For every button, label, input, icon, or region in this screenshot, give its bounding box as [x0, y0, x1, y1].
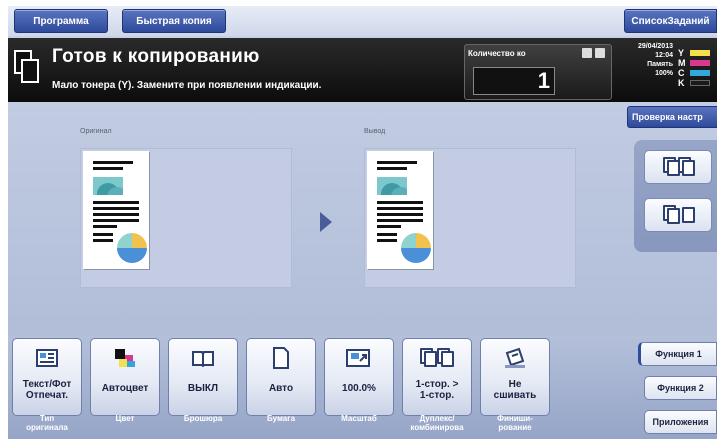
job-list-button[interactable]: СписокЗаданий	[624, 9, 717, 33]
toner-row-c: C	[678, 68, 710, 78]
copy-document-icon	[14, 50, 40, 86]
color-value: Автоцвет	[101, 383, 149, 394]
output-page	[367, 151, 433, 269]
booklet-button[interactable]: ВЫКЛ	[168, 338, 238, 416]
tab-function-1[interactable]: Функция 1	[638, 342, 717, 366]
finishing-icon	[502, 347, 528, 369]
booklet-label: Брошюра	[183, 414, 223, 423]
quick-copy-button[interactable]: Быстрая копия	[122, 9, 226, 33]
arrow-right-icon	[320, 212, 332, 232]
copy-pages-icon	[663, 157, 695, 177]
status-message: Мало тонера (Y). Замените при появлении …	[52, 80, 322, 91]
duplex-label: Дуплекс/ комбинирова	[410, 414, 464, 432]
page-arrow-icon	[663, 205, 695, 225]
date-text: 29/04/2013	[637, 43, 673, 50]
color-button[interactable]: Автоцвет	[90, 338, 160, 416]
duplex-value: 1-стор. > 1-стор.	[415, 379, 459, 401]
output-label: Вывод	[364, 128, 386, 135]
zoom-icon	[346, 347, 372, 369]
top-bar: Программа Быстрая копия СписокЗаданий	[8, 6, 717, 36]
copy-screen: Программа Быстрая копия СписокЗаданий Го…	[8, 6, 717, 439]
status-title: Готов к копированию	[52, 46, 260, 67]
time-text: 12:04	[655, 52, 673, 59]
tab-applications[interactable]: Приложения	[644, 410, 717, 434]
toner-row-y: Y	[678, 48, 710, 58]
pie-chart-icon	[117, 233, 147, 263]
quantity-value: 1	[537, 68, 550, 93]
copy-mode-button[interactable]	[644, 150, 712, 184]
document-type-icon	[34, 347, 60, 369]
status-bar: Готов к копированию Мало тонера (Y). Зам…	[8, 38, 717, 102]
toner-row-k: K	[678, 78, 710, 88]
memory-value: 100%	[655, 70, 673, 77]
counter-icon	[595, 48, 605, 58]
paper-value: Авто	[268, 383, 294, 394]
zoom-button[interactable]: 100.0%	[324, 338, 394, 416]
side-panel	[634, 140, 717, 252]
quantity-box[interactable]: Количество ко 1	[464, 44, 612, 100]
zoom-label: Масштаб	[341, 414, 377, 423]
tab-function-2[interactable]: Функция 2	[644, 376, 717, 400]
quantity-field[interactable]: 1	[473, 67, 555, 95]
zoom-value: 100.0%	[342, 383, 376, 394]
device-info: 29/04/2013 12:04 Память 100%	[625, 42, 673, 78]
finishing-label: Финиши- рование	[497, 414, 533, 432]
page-to-page-button[interactable]	[644, 198, 712, 232]
finishing-button[interactable]: Не сшивать	[480, 338, 550, 416]
paper-label: Бумага	[266, 414, 296, 423]
quantity-label: Количество ко	[468, 49, 526, 58]
keypad-icon	[582, 48, 592, 58]
quantity-icons	[582, 48, 605, 58]
toner-bar	[690, 80, 710, 86]
pie-chart-icon	[401, 233, 431, 263]
duplex-button[interactable]: 1-стор. > 1-стор.	[402, 338, 472, 416]
original-type-value: Текст/Фот Отпечат.	[22, 379, 72, 401]
original-preview	[80, 148, 292, 288]
duplex-icon	[420, 347, 454, 369]
toner-row-m: M	[678, 58, 710, 68]
booklet-value: ВЫКЛ	[187, 383, 219, 394]
toner-bar	[690, 50, 710, 56]
original-page	[83, 151, 149, 269]
original-type-label: Тип оригинала	[26, 414, 68, 432]
paper-icon	[268, 347, 294, 369]
paper-button[interactable]: Авто	[246, 338, 316, 416]
original-label: Оригинал	[80, 128, 112, 135]
image-icon	[377, 177, 407, 195]
toner-levels: Y M C K	[678, 48, 710, 88]
color-label: Цвет	[115, 414, 135, 423]
memory-label: Память	[647, 61, 673, 68]
booklet-icon	[190, 347, 216, 369]
toner-bar	[690, 70, 710, 76]
output-preview	[364, 148, 576, 288]
finishing-value: Не сшивать	[493, 379, 537, 401]
image-icon	[93, 177, 123, 195]
color-icon	[112, 347, 138, 369]
original-type-button[interactable]: Текст/Фот Отпечат.	[12, 338, 82, 416]
check-settings-button[interactable]: Проверка настр	[627, 106, 717, 128]
program-button[interactable]: Программа	[14, 9, 108, 33]
toner-bar	[690, 60, 710, 66]
